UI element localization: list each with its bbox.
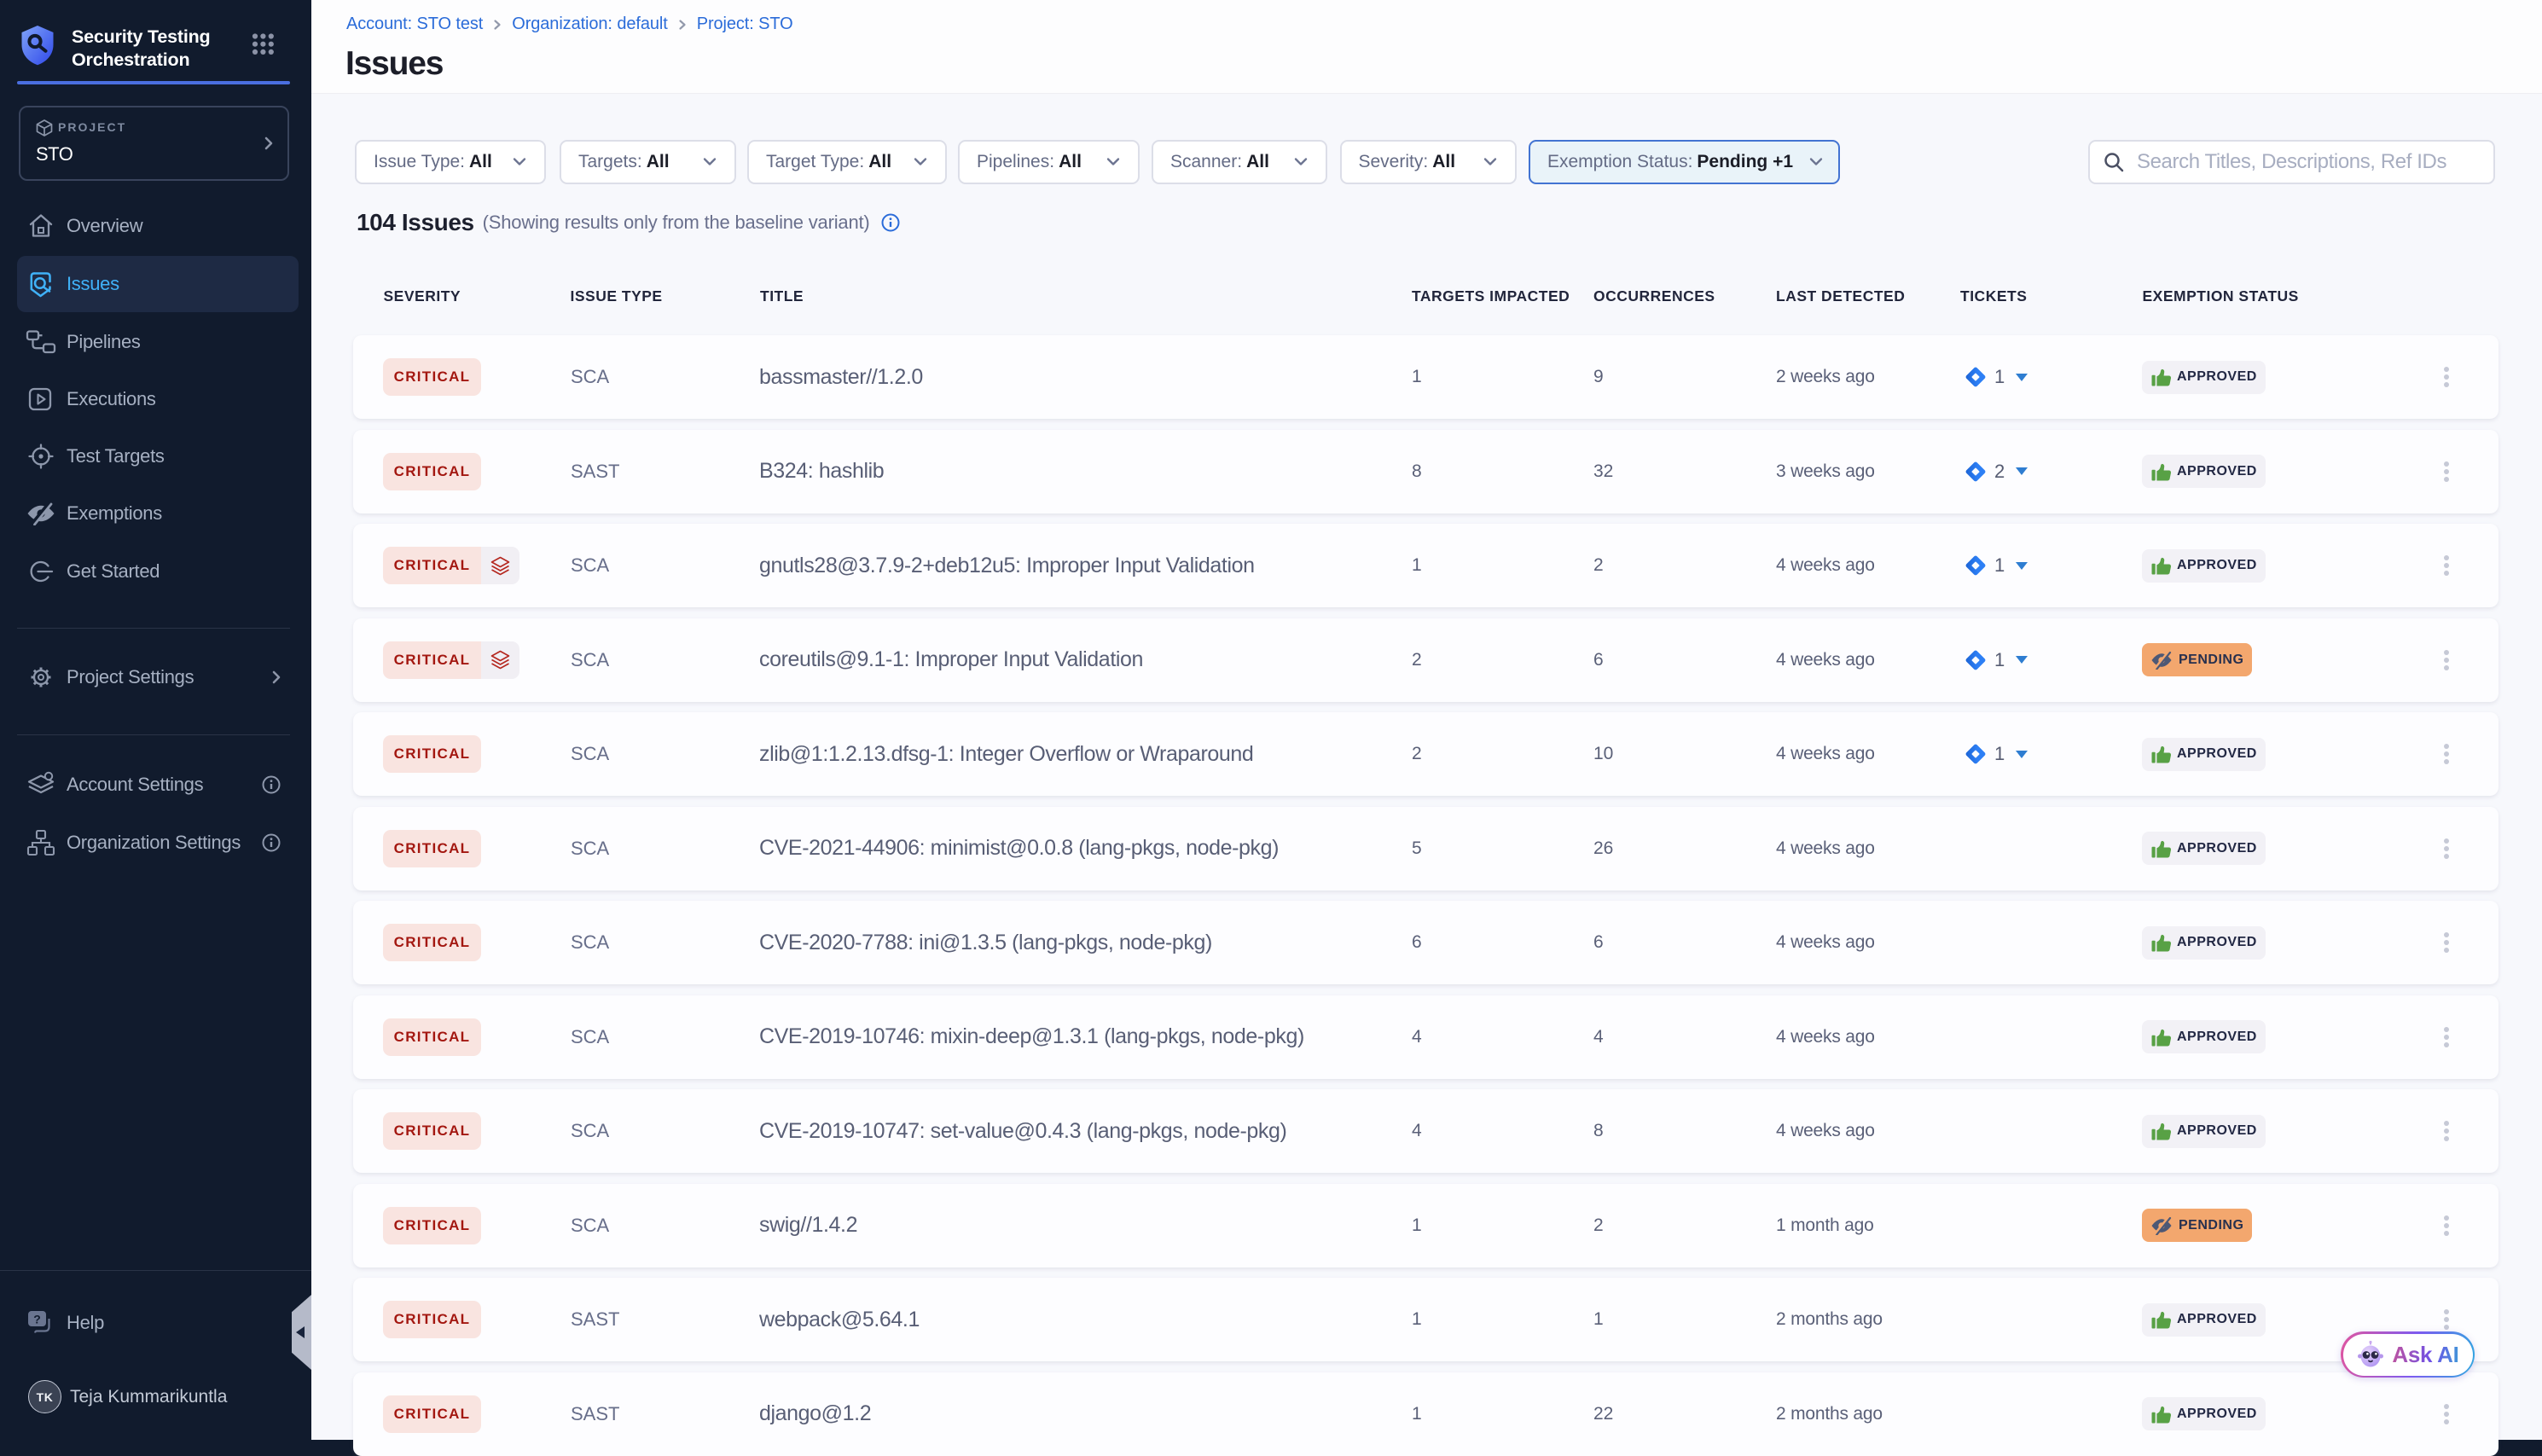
svg-text:?: ?	[33, 1313, 41, 1326]
